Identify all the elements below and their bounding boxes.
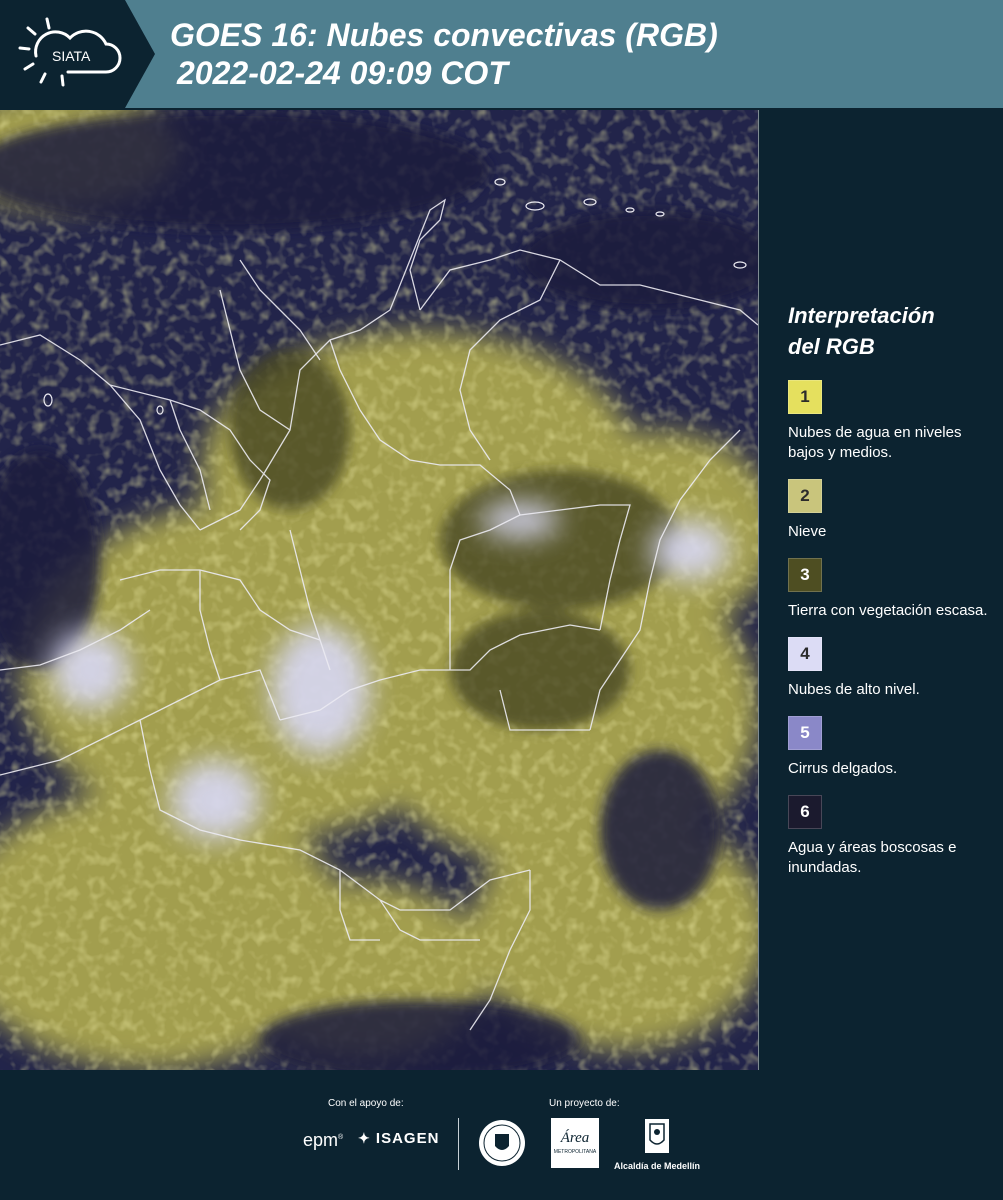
legend-items: 1 Nubes de agua en niveles bajos y medios…	[788, 380, 988, 878]
support-label: Con el apoyo de:	[328, 1098, 404, 1109]
legend-title: Interpretación del RGB	[788, 300, 988, 362]
epm-logo: epm®	[303, 1130, 344, 1150]
satellite-rgb-image	[0, 110, 758, 1070]
legend-item: 4 Nubes de alto nivel.	[788, 637, 988, 700]
alcaldia-shield-icon	[645, 1119, 669, 1153]
legend-swatch: 6	[788, 795, 822, 829]
title-line-1: GOES 16: Nubes convectivas (RGB)	[170, 17, 718, 53]
legend-swatch: 2	[788, 479, 822, 513]
medellin-seal-icon	[479, 1120, 525, 1166]
siata-logo-icon: SIATA	[18, 17, 122, 87]
alcaldia-label: Alcaldía de Medellín	[613, 1161, 701, 1171]
legend-title-line-2: del RGB	[788, 334, 875, 359]
legend-item: 2 Nieve	[788, 479, 988, 542]
legend-label: Nieve	[788, 523, 827, 540]
satellite-map[interactable]	[0, 110, 759, 1070]
svg-text:SIATA: SIATA	[52, 48, 91, 64]
legend-label: Cirrus delgados.	[788, 760, 898, 777]
alcaldia-logo: Alcaldía de Medellín	[612, 1118, 702, 1171]
legend-swatch: 1	[788, 380, 822, 414]
legend-label: Tierra con vegetación escasa.	[788, 602, 988, 619]
legend-item: 1 Nubes de agua en niveles bajos y medios…	[788, 380, 988, 463]
legend-label: Agua y áreas boscosas e inundadas.	[788, 839, 957, 876]
legend-label: Nubes de alto nivel.	[788, 681, 920, 698]
page-title: GOES 16: Nubes convectivas (RGB) 2022-02…	[170, 16, 718, 92]
legend-item: 3 Tierra con vegetación escasa.	[788, 558, 988, 621]
title-line-2: 2022-02-24 09:09 COT	[177, 55, 508, 91]
legend-swatch: 4	[788, 637, 822, 671]
legend-item: 5 Cirrus delgados.	[788, 716, 988, 779]
legend-swatch: 5	[788, 716, 822, 750]
footer: Con el apoyo de: Un proyecto de: epm® ✦ …	[0, 1070, 1003, 1200]
legend-label: Nubes de agua en niveles bajos y medios.	[788, 424, 962, 461]
legend-panel: Interpretación del RGB 1 Nubes de agua en…	[788, 300, 988, 894]
isagen-icon: ✦	[358, 1130, 371, 1146]
isagen-logo: ✦ ISAGEN	[358, 1130, 440, 1147]
project-label: Un proyecto de:	[549, 1098, 620, 1109]
header-bar: SIATA GOES 16: Nubes convectivas (RGB) 2…	[0, 0, 1003, 108]
area-metropolitana-logo: Área METROPOLITANA	[551, 1118, 599, 1168]
legend-swatch: 3	[788, 558, 822, 592]
footer-divider	[458, 1118, 459, 1170]
legend-item: 6 Agua y áreas boscosas e inundadas.	[788, 795, 988, 878]
legend-title-line-1: Interpretación	[788, 303, 935, 328]
